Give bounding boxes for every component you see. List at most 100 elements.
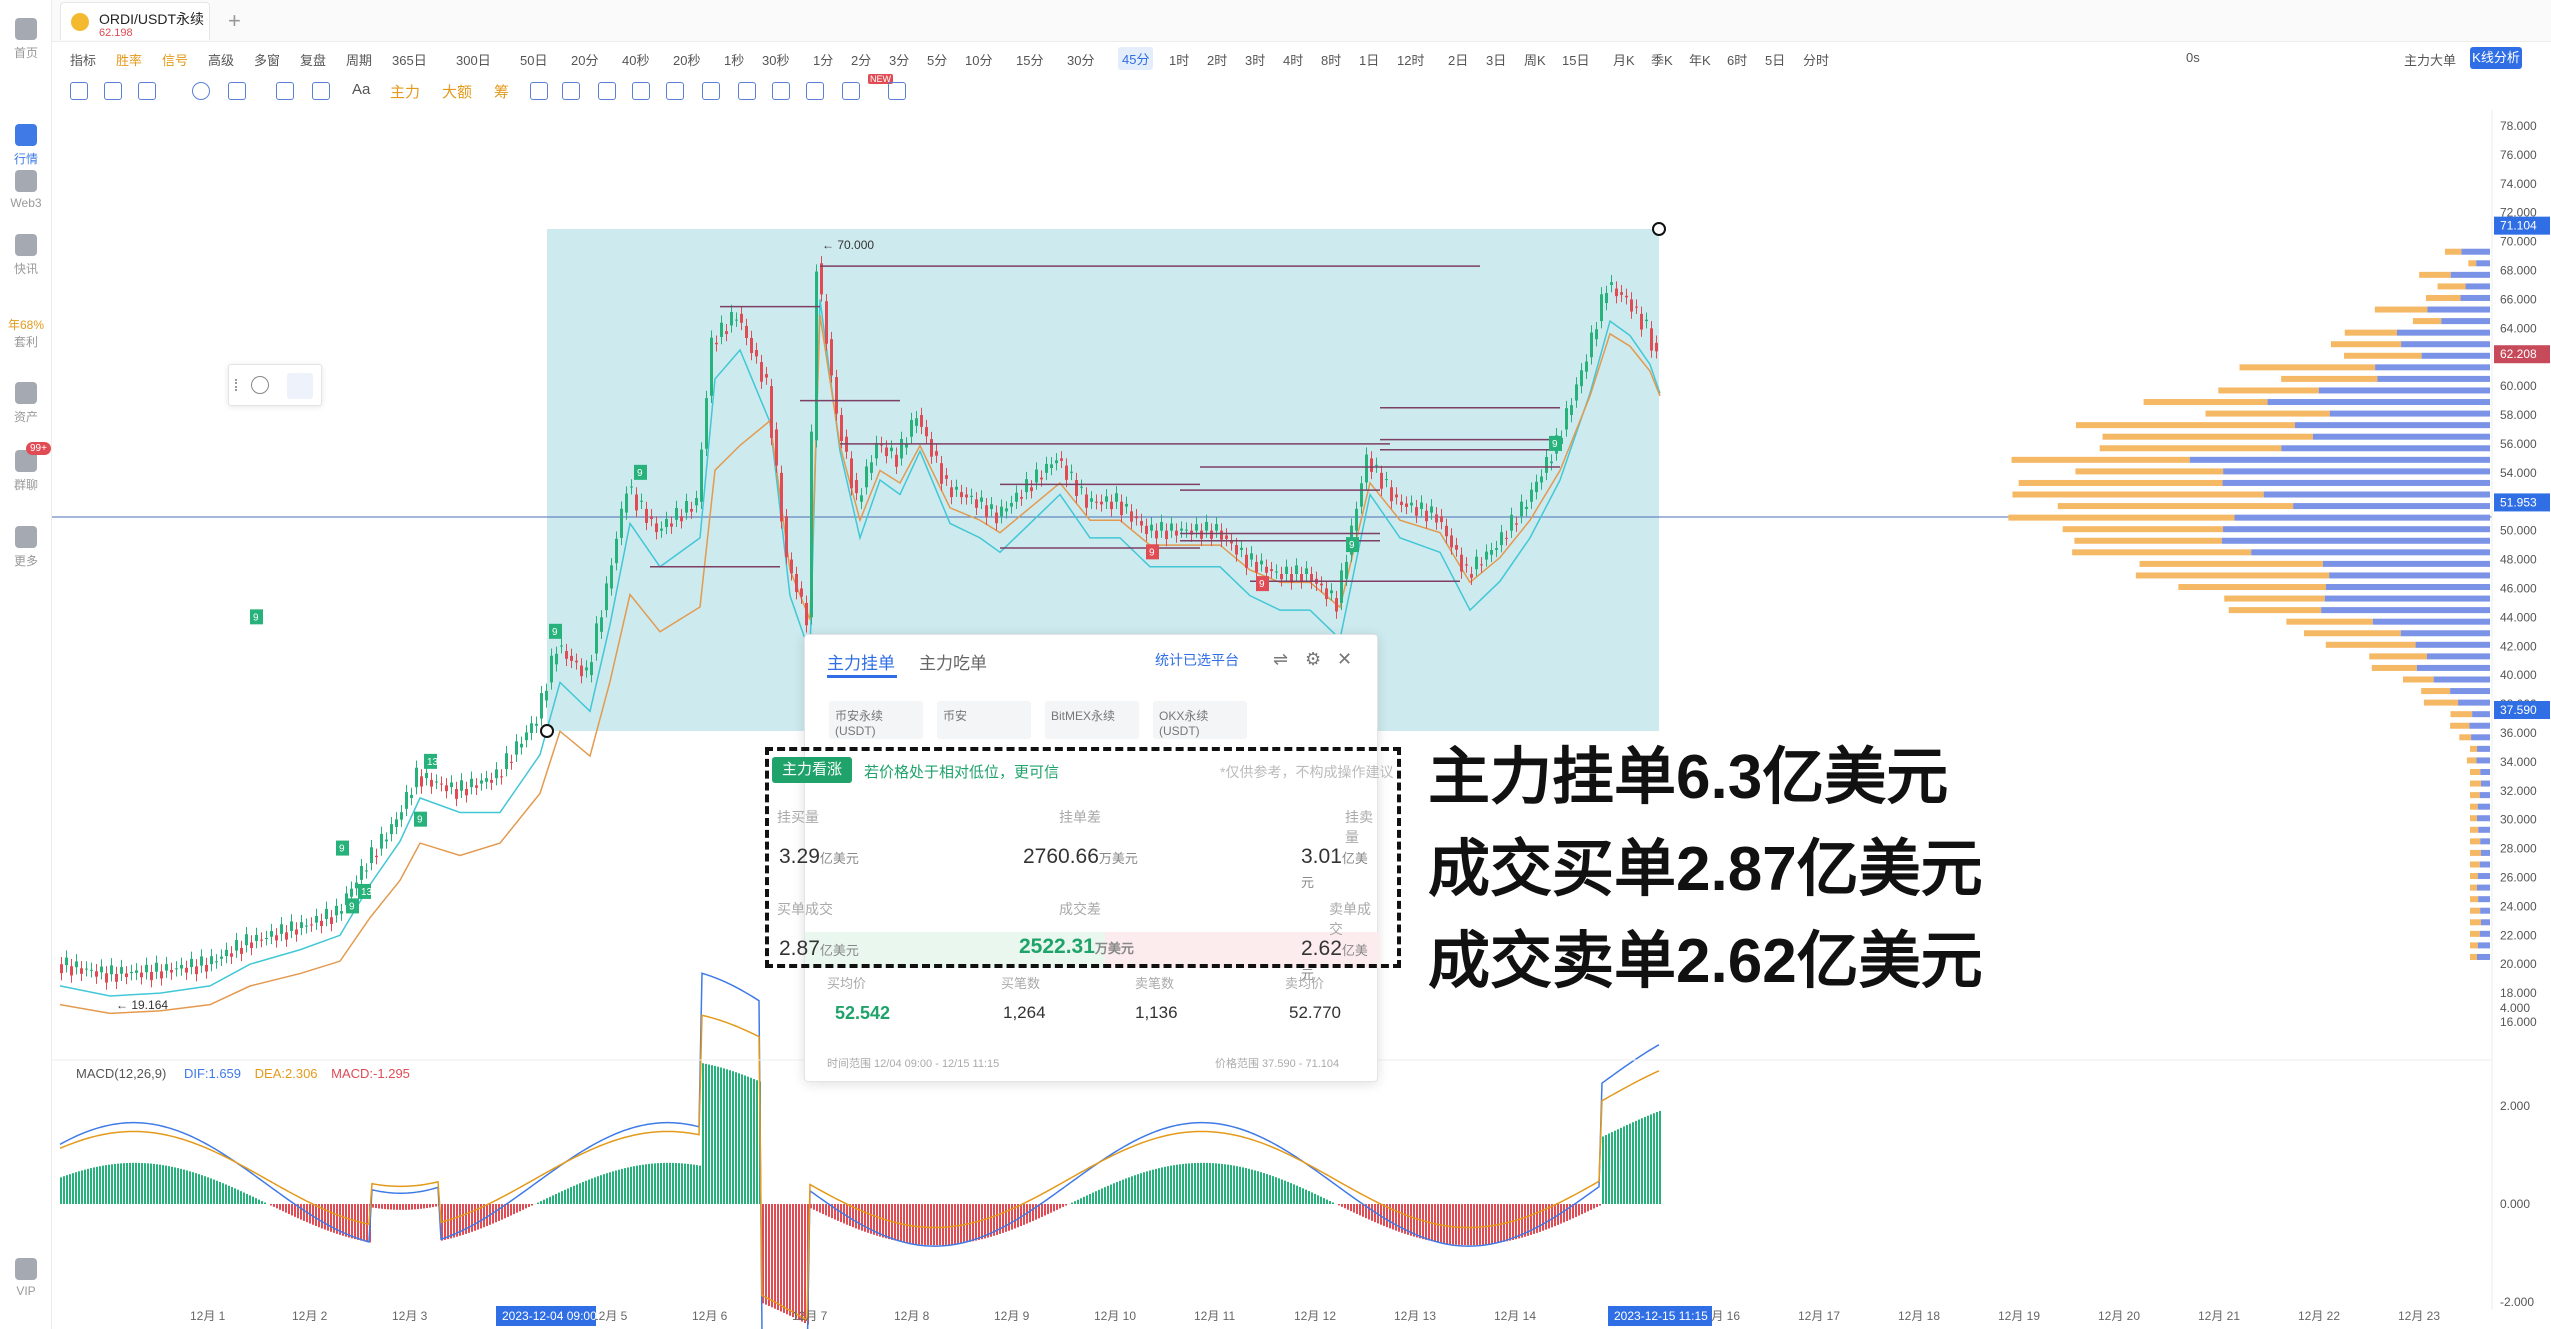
magnet-icon[interactable] <box>598 82 616 100</box>
link-icon[interactable] <box>738 82 756 100</box>
main-force-toggle[interactable]: 主力大单 <box>2404 50 2456 69</box>
layers-icon[interactable] <box>666 82 684 100</box>
candle-body <box>75 961 78 968</box>
profile-sell-bar <box>2479 792 2490 799</box>
drag-handle-icon[interactable] <box>235 379 241 391</box>
sidebar-item-2[interactable]: Web3 <box>0 170 52 210</box>
profile-buy-bar <box>2062 526 2224 533</box>
period-22[interactable]: 45分 <box>1118 47 1154 70</box>
exchange-chip-0[interactable]: 币安永续(USDT) <box>829 701 923 739</box>
close-icon[interactable]: ✕ <box>1337 649 1352 670</box>
hline-tool-icon[interactable] <box>104 82 122 100</box>
period-11[interactable]: 40秒 <box>622 50 649 69</box>
sidebar-item-7[interactable]: 更多 <box>0 526 52 569</box>
gear-icon[interactable]: ⚙ <box>1305 649 1321 670</box>
candle-body <box>215 961 218 963</box>
tab-main-orders[interactable]: 主力挂单 <box>827 649 895 674</box>
fib-tool-icon[interactable] <box>228 82 246 100</box>
period-20[interactable]: 15分 <box>1016 50 1043 69</box>
macd-hist-bar <box>735 1072 737 1204</box>
style-icon[interactable] <box>251 376 269 394</box>
period-13[interactable]: 1秒 <box>724 50 744 69</box>
add-tab-button[interactable]: + <box>228 8 241 34</box>
period-34[interactable]: 月K <box>1613 50 1635 69</box>
period-17[interactable]: 3分 <box>889 50 909 69</box>
period-16[interactable]: 2分 <box>851 50 871 69</box>
sidebar-item-3[interactable]: 快讯 <box>0 234 52 277</box>
candle-body <box>1265 566 1268 573</box>
macd-hist-bar <box>1587 1204 1589 1212</box>
period-6[interactable]: 周期 <box>346 50 372 69</box>
drawing-float-toolbar[interactable] <box>228 364 322 406</box>
macd-hist-bar <box>417 1204 419 1210</box>
box-handle-bottom[interactable] <box>540 724 554 738</box>
period-25[interactable]: 3时 <box>1245 50 1265 69</box>
k-analysis-button[interactable]: K线分析 <box>2470 47 2522 69</box>
big-order-button[interactable]: 大额 <box>442 81 472 102</box>
sidebar-item-6[interactable]: 群聊 99+ <box>0 442 52 493</box>
period-26[interactable]: 4时 <box>1283 50 1303 69</box>
period-30[interactable]: 2日 <box>1448 50 1468 69</box>
swap-icon[interactable]: ⇌ <box>1273 649 1288 670</box>
period-37[interactable]: 6时 <box>1727 50 1747 69</box>
period-14[interactable]: 30秒 <box>762 50 789 69</box>
measure-tool-icon[interactable] <box>312 82 330 100</box>
sidebar-item-4[interactable]: 年68% 套利 <box>0 316 52 350</box>
period-19[interactable]: 10分 <box>965 50 992 69</box>
copy-icon[interactable] <box>806 82 824 100</box>
period-29[interactable]: 12时 <box>1397 50 1424 69</box>
period-24[interactable]: 2时 <box>1207 50 1227 69</box>
period-23[interactable]: 1时 <box>1169 50 1189 69</box>
period-21[interactable]: 30分 <box>1067 50 1094 69</box>
settings-icon[interactable] <box>287 373 313 399</box>
ruler-icon[interactable] <box>530 82 548 100</box>
period-27[interactable]: 8时 <box>1321 50 1341 69</box>
period-15[interactable]: 1分 <box>813 50 833 69</box>
text-tool-button[interactable]: Aa <box>352 81 370 98</box>
period-32[interactable]: 周K <box>1524 50 1546 69</box>
period-12[interactable]: 20秒 <box>673 50 700 69</box>
period-28[interactable]: 1日 <box>1359 50 1379 69</box>
period-38[interactable]: 5日 <box>1765 50 1785 69</box>
platform-filter-dropdown[interactable]: 统计已选平台 <box>1155 650 1239 670</box>
box-handle-top[interactable] <box>1652 222 1666 236</box>
period-18[interactable]: 5分 <box>927 50 947 69</box>
pattern-tool-icon[interactable] <box>276 82 294 100</box>
period-31[interactable]: 3日 <box>1486 50 1506 69</box>
exchange-chip-2[interactable]: BitMEX永续 <box>1045 701 1139 739</box>
lock-icon[interactable] <box>632 82 650 100</box>
period-2[interactable]: 信号 <box>162 50 188 69</box>
period-33[interactable]: 15日 <box>1562 50 1589 69</box>
period-0[interactable]: 指标 <box>70 50 96 69</box>
new-tool-icon[interactable] <box>842 82 860 100</box>
period-5[interactable]: 复盘 <box>300 50 326 69</box>
sidebar-item-8[interactable]: VIP <box>0 1258 52 1298</box>
trendline-tool-icon[interactable] <box>138 82 156 100</box>
period-8[interactable]: 300日 <box>456 50 491 69</box>
sidebar-item-1[interactable]: 行情 <box>0 124 52 167</box>
exchange-chip-1[interactable]: 币安 <box>937 701 1031 739</box>
tab-main-fills[interactable]: 主力吃单 <box>919 649 987 674</box>
period-39[interactable]: 分时 <box>1803 50 1829 69</box>
sidebar-item-5[interactable]: 资产 <box>0 382 52 425</box>
period-9[interactable]: 50日 <box>520 50 547 69</box>
filter-icon[interactable] <box>772 82 790 100</box>
template-icon[interactable] <box>702 82 720 100</box>
brush-icon[interactable] <box>562 82 580 100</box>
crosshair-icon[interactable] <box>70 82 88 100</box>
chip-button[interactable]: 筹 <box>494 81 509 102</box>
trash-icon[interactable] <box>888 82 906 100</box>
tab-ordi-usdt[interactable]: ORDI/USDT永续 62.198 <box>60 2 210 40</box>
period-36[interactable]: 年K <box>1689 50 1711 69</box>
shape-tool-icon[interactable] <box>192 82 210 100</box>
period-10[interactable]: 20分 <box>571 50 598 69</box>
period-35[interactable]: 季K <box>1651 50 1673 69</box>
period-1[interactable]: 胜率 <box>116 50 142 69</box>
period-7[interactable]: 365日 <box>392 50 427 69</box>
main-force-button[interactable]: 主力 <box>390 81 420 102</box>
sidebar-item-0[interactable]: 首页 <box>0 18 52 61</box>
profile-buy-bar <box>2239 364 2376 371</box>
exchange-chip-3[interactable]: OKX永续(USDT) <box>1153 701 1247 739</box>
period-3[interactable]: 高级 <box>208 50 234 69</box>
period-4[interactable]: 多窗 <box>254 50 280 69</box>
